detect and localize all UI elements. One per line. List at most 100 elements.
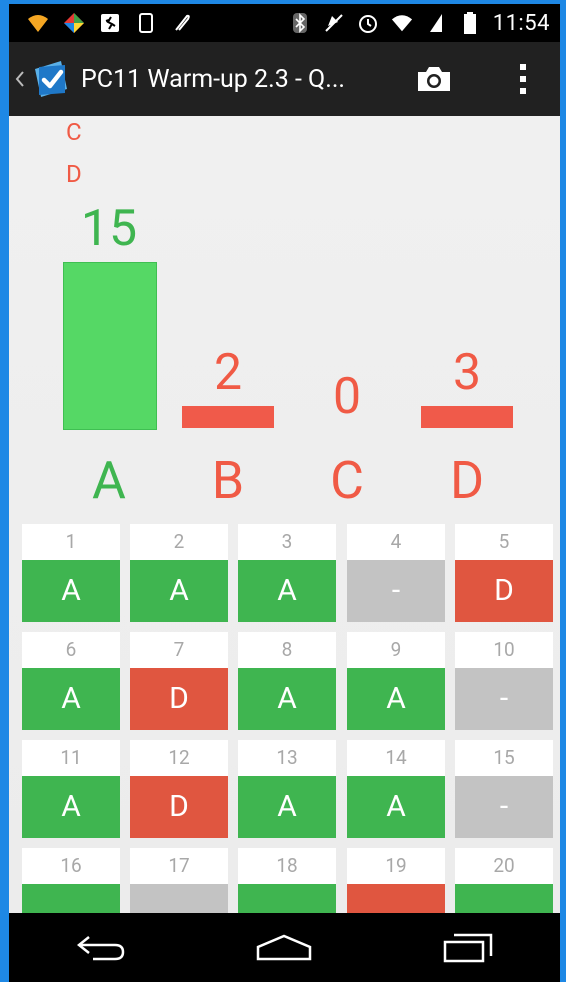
correct-answer-letter: C [66,118,82,146]
histogram-category-a: A [92,450,126,511]
response-number: 1 [22,524,120,560]
pen-icon [171,12,193,34]
response-tile-5[interactable]: 5D [455,524,553,622]
alarm-icon [357,12,379,34]
response-answer: - [347,560,445,622]
response-answer: A [22,776,120,838]
recents-button[interactable] [433,923,503,973]
histogram-bar-a [63,262,157,430]
response-number: 10 [455,632,553,668]
response-answer [130,884,228,913]
response-number: 17 [130,848,228,884]
histogram-count-d: 3 [452,344,482,402]
histogram-bar-b [182,406,274,428]
response-answer: A [238,668,336,730]
camera-icon [418,67,450,91]
histogram-bar-d [421,406,513,428]
answer-histogram: 15 A 2 B 0 C 3 D [9,196,560,556]
response-answer: A [347,668,445,730]
response-number: 14 [347,740,445,776]
response-number: 8 [238,632,336,668]
overflow-menu-button[interactable] [503,54,543,104]
wifi-signal-icon [391,12,413,34]
camera-button[interactable] [409,54,459,104]
histogram-category-c: C [330,450,364,511]
response-answer: D [455,560,553,622]
response-answer: A [238,560,336,622]
status-bar: 11:54 [9,4,560,42]
response-answer [22,884,120,913]
response-tile-18[interactable]: 18 [238,848,336,913]
response-answer: - [455,668,553,730]
response-tile-14[interactable]: 14 A [347,740,445,838]
response-answer: - [455,776,553,838]
response-number: 9 [347,632,445,668]
bluetooth-icon [289,12,311,34]
home-button[interactable] [249,923,319,973]
response-answer: A [22,668,120,730]
up-chevron-icon[interactable] [15,64,29,94]
response-number: 20 [455,848,553,884]
app-logo-icon[interactable] [31,59,71,99]
back-icon [76,935,125,960]
response-answer: D [130,776,228,838]
response-number: 11 [22,740,120,776]
response-number: 6 [22,632,120,668]
response-answer: A [22,560,120,622]
histogram-count-b: 2 [213,344,243,402]
mute-icon [323,12,345,34]
results-content: C D 15 A 2 B 0 C 3 D 1 A 2 A 3 A 4-5 D 6 A 7 D 8 A 9 A 10-11 A 12… [9,116,560,913]
response-number: 4 [347,524,445,560]
clock-time: 11:54 [492,10,550,36]
response-answer: A [130,560,228,622]
response-number: 16 [22,848,120,884]
wifi-icon [27,12,49,34]
response-tile-2[interactable]: 2A [130,524,228,622]
histogram-count-c: 0 [332,368,362,426]
response-tile-7[interactable]: 7D [130,632,228,730]
diamond-app-icon [63,12,85,34]
response-tile-13[interactable]: 13 A [238,740,336,838]
response-tile-9[interactable]: 9A [347,632,445,730]
response-tile-20[interactable]: 20 [455,848,553,913]
app-title: PC11 Warm-up 2.3 - Q... [81,64,346,94]
runner-icon [99,12,121,34]
response-answer [238,884,336,913]
response-tile-12[interactable]: 12 D [130,740,228,838]
response-tile-11[interactable]: 11 A [22,740,120,838]
response-number: 19 [347,848,445,884]
histogram-category-d: D [449,450,485,511]
response-tile-8[interactable]: 8A [238,632,336,730]
response-answer [455,884,553,913]
recents-icon [443,933,493,962]
response-tile-17[interactable]: 17 [130,848,228,913]
response-number: 15 [455,740,553,776]
response-answer: A [238,776,336,838]
response-answer [347,884,445,913]
response-tile-19[interactable]: 19 [347,848,445,913]
response-tile-1[interactable]: 1A [22,524,120,622]
response-tile-4[interactable]: 4- [347,524,445,622]
response-tile-10[interactable]: 10- [455,632,553,730]
home-icon [257,934,312,960]
overflow-menu-icon [520,64,526,94]
phone-icon [135,12,157,34]
correct-answer-letter: D [66,160,82,188]
window-frame-left [0,0,9,982]
cell-signal-icon [425,12,447,34]
battery-icon [459,12,481,34]
window-frame-right [560,0,566,982]
response-tile-16[interactable]: 16 [22,848,120,913]
back-button[interactable] [66,923,136,973]
response-number: 12 [130,740,228,776]
response-answer: A [347,776,445,838]
response-tile-15[interactable]: 15- [455,740,553,838]
response-answer: D [130,668,228,730]
action-bar: PC11 Warm-up 2.3 - Q... [9,42,560,116]
response-number: 3 [238,524,336,560]
response-tile-3[interactable]: 3A [238,524,336,622]
response-number: 7 [130,632,228,668]
response-number: 5 [455,524,553,560]
response-tile-6[interactable]: 6A [22,632,120,730]
histogram-category-b: B [211,450,245,511]
